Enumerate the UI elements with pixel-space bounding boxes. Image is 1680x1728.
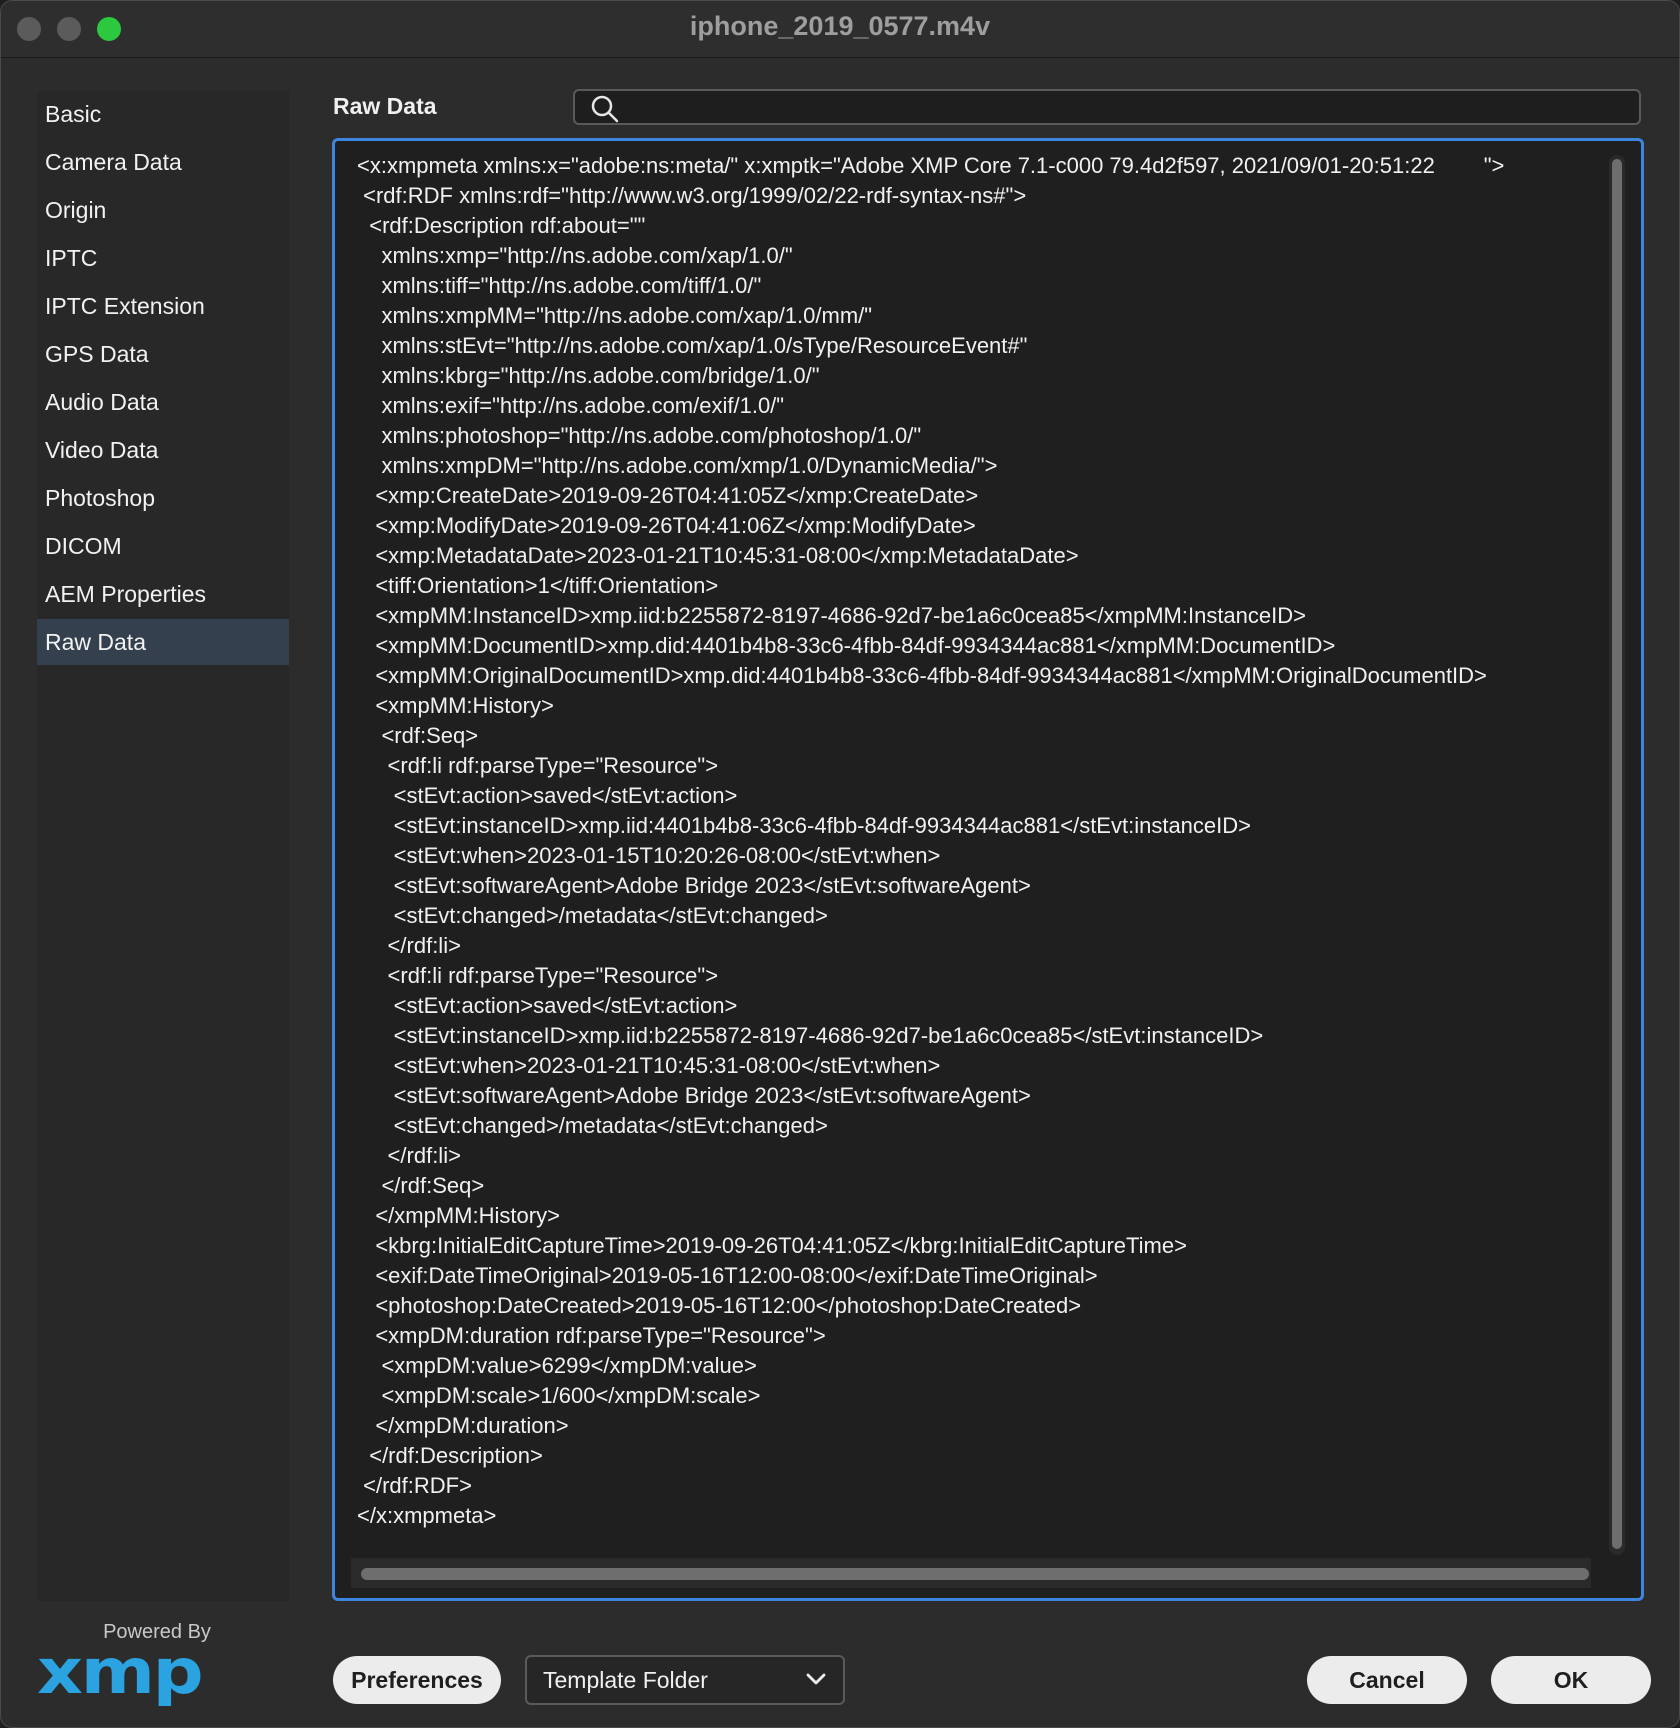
xmp-logo: Powered By xmp [37,1621,217,1708]
vertical-scroll-thumb[interactable] [1612,159,1622,1549]
search-input[interactable] [631,91,1625,125]
sidebar-item-iptc-extension[interactable]: IPTC Extension [37,283,289,329]
title-bar: iphone_2019_0577.m4v [1,1,1679,58]
section-title: Raw Data [333,93,437,119]
horizontal-scrollbar[interactable] [351,1558,1591,1588]
raw-data-editor[interactable]: <x:xmpmeta xmlns:x="adobe:ns:meta/" x:xm… [332,138,1644,1601]
metadata-dialog: iphone_2019_0577.m4v Basic Camera Data O… [0,0,1680,1728]
sidebar-item-origin[interactable]: Origin [37,187,289,233]
ok-button[interactable]: OK [1491,1656,1651,1704]
sidebar-item-photoshop[interactable]: Photoshop [37,475,289,521]
vertical-scrollbar[interactable] [1609,155,1625,1555]
search-box[interactable] [573,89,1641,125]
chevron-down-icon [806,1673,826,1685]
raw-xml-text[interactable]: <x:xmpmeta xmlns:x="adobe:ns:meta/" x:xm… [357,151,1641,1531]
sidebar-item-raw-data[interactable]: Raw Data [37,619,289,665]
horizontal-scroll-thumb[interactable] [361,1568,1589,1580]
sidebar-item-basic[interactable]: Basic [37,91,289,137]
sidebar-item-gps-data[interactable]: GPS Data [37,331,289,377]
search-icon [591,95,619,123]
sidebar-item-iptc[interactable]: IPTC [37,235,289,281]
preferences-button[interactable]: Preferences [333,1656,501,1704]
cancel-button[interactable]: Cancel [1307,1656,1467,1704]
template-folder-label: Template Folder [543,1667,708,1693]
sidebar-item-aem-properties[interactable]: AEM Properties [37,571,289,617]
sidebar-item-audio-data[interactable]: Audio Data [37,379,289,425]
window-title: iphone_2019_0577.m4v [689,11,991,41]
sidebar-item-video-data[interactable]: Video Data [37,427,289,473]
xmp-logo-text: xmp [37,1635,204,1708]
sidebar-item-dicom[interactable]: DICOM [37,523,289,569]
category-sidebar: Basic Camera Data Origin IPTC IPTC Exten… [37,91,289,1601]
sidebar-item-camera-data[interactable]: Camera Data [37,139,289,185]
template-folder-dropdown[interactable]: Template Folder [525,1655,845,1705]
